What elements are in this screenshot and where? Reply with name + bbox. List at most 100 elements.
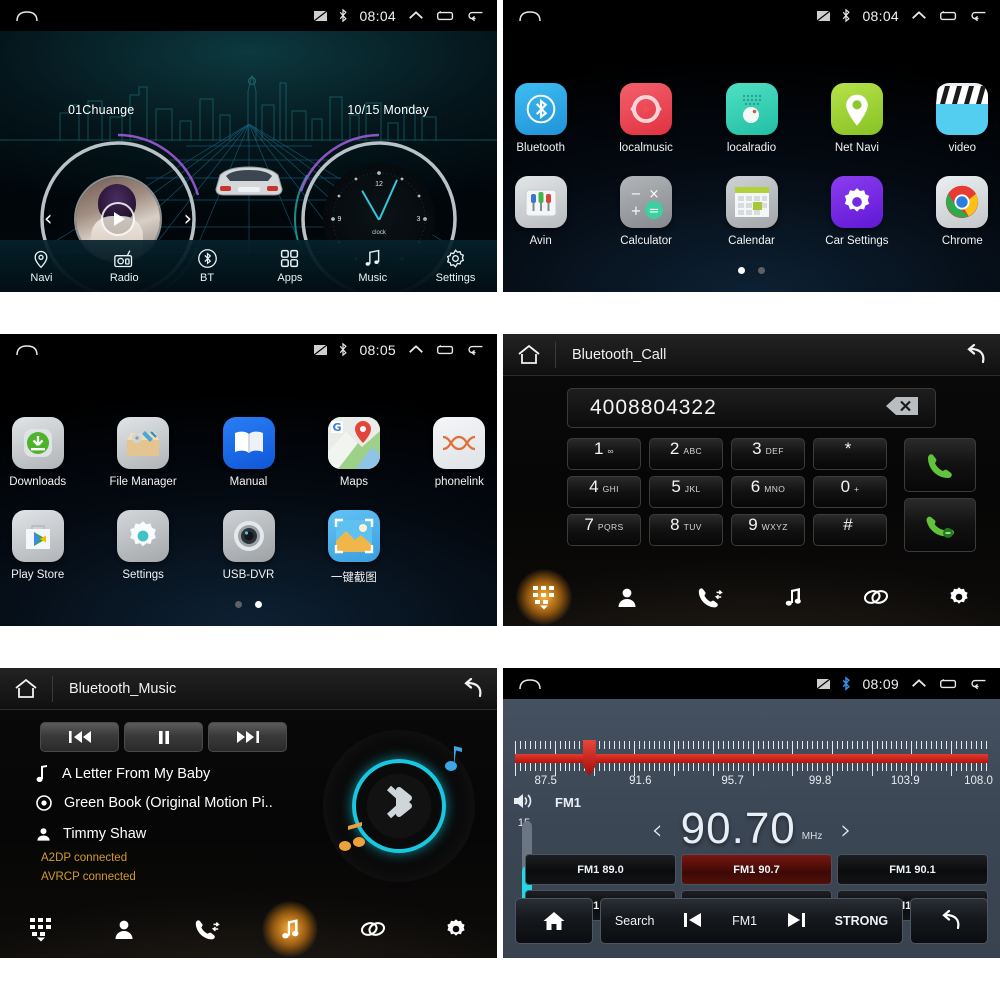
history-tab[interactable] xyxy=(166,900,249,958)
key-star[interactable]: * xyxy=(813,438,887,470)
call-button[interactable] xyxy=(904,438,976,492)
seek-up-button[interactable] xyxy=(785,911,807,932)
app-car-settings[interactable]: Car Settings xyxy=(819,176,894,247)
collapse-icon[interactable] xyxy=(407,9,425,22)
app-settings[interactable]: Settings xyxy=(105,510,180,585)
key-7[interactable]: 7 PQRS xyxy=(567,514,641,546)
back-icon[interactable] xyxy=(969,9,988,23)
play-button[interactable] xyxy=(101,202,135,236)
music-tab[interactable] xyxy=(248,900,331,958)
prev-track-arrow[interactable]: ‹ xyxy=(44,208,52,230)
collapse-icon[interactable] xyxy=(910,9,928,22)
nav-item-settings[interactable]: Settings xyxy=(414,248,497,284)
back-button[interactable] xyxy=(445,677,497,700)
settings-tab[interactable] xyxy=(917,568,1000,626)
key-9[interactable]: 9 WXYZ xyxy=(731,514,805,546)
app-video[interactable]: video xyxy=(925,83,1000,154)
back-icon[interactable] xyxy=(969,677,988,691)
home-icon[interactable] xyxy=(14,342,40,358)
seek-down-button[interactable] xyxy=(682,911,704,932)
key-8[interactable]: 8 TUV xyxy=(649,514,723,546)
history-tab[interactable] xyxy=(669,568,752,626)
home-button[interactable] xyxy=(503,343,555,367)
key-6[interactable]: 6 MNO xyxy=(731,476,805,508)
app-manual[interactable]: Manual xyxy=(211,417,286,488)
nav-item-apps[interactable]: Apps xyxy=(248,248,331,284)
app-calendar[interactable]: Calendar xyxy=(714,176,789,247)
app-chrome[interactable]: Chrome xyxy=(925,176,1000,247)
recents-icon[interactable] xyxy=(436,343,455,357)
pause-button[interactable] xyxy=(124,722,203,752)
nav-item-radio[interactable]: Radio xyxy=(83,249,166,284)
key-1[interactable]: 1 ∞ xyxy=(567,438,641,470)
link-tab[interactable] xyxy=(834,568,917,626)
dialpad-tab[interactable] xyxy=(503,568,586,626)
nav-label-music: Music xyxy=(358,272,388,284)
page-dot-1[interactable] xyxy=(738,267,745,274)
app-localradio[interactable]: localradio xyxy=(714,83,789,154)
home-icon[interactable] xyxy=(517,8,543,24)
key-hash[interactable]: # xyxy=(813,514,887,546)
nav-item-bt[interactable]: BT xyxy=(166,248,249,284)
nav-item-music[interactable]: Music xyxy=(331,248,414,284)
key-3[interactable]: 3 DEF xyxy=(731,438,805,470)
app-net-navi[interactable]: Net Navi xyxy=(819,83,894,154)
preset-button-3[interactable]: FM1 90.1 xyxy=(837,854,988,885)
contacts-tab[interactable] xyxy=(83,900,166,958)
backspace-button[interactable] xyxy=(885,396,919,421)
back-icon[interactable] xyxy=(466,9,485,23)
app-localmusic[interactable]: localmusic xyxy=(608,83,683,154)
next-track-arrow[interactable]: › xyxy=(184,208,192,230)
app-usb-dvr[interactable]: USB-DVR xyxy=(211,510,286,585)
key-4[interactable]: 4 GHI xyxy=(567,476,641,508)
app-phonelink[interactable]: phonelink xyxy=(422,417,497,488)
frequency-up-button[interactable]: › xyxy=(840,813,851,846)
link-tab[interactable] xyxy=(331,900,414,958)
app-label: Manual xyxy=(229,476,268,488)
collapse-icon[interactable] xyxy=(407,343,425,356)
seek-up-icon xyxy=(787,912,805,927)
app-screenshot[interactable]: 一键截图 xyxy=(316,510,391,585)
contacts-tab[interactable] xyxy=(586,568,669,626)
hangup-button[interactable] xyxy=(904,498,976,552)
back-icon[interactable] xyxy=(466,343,485,357)
nav-item-navi[interactable]: Navi xyxy=(0,249,83,284)
preset-button-2[interactable]: FM1 90.7 xyxy=(681,854,832,885)
preset-button-1[interactable]: FM1 89.0 xyxy=(525,854,676,885)
music-tab[interactable] xyxy=(751,568,834,626)
app-play-store[interactable]: Play Store xyxy=(0,510,75,585)
back-button[interactable] xyxy=(948,343,1000,366)
home-icon[interactable] xyxy=(14,8,40,24)
back-button[interactable] xyxy=(910,898,988,944)
frequency-down-button[interactable]: ‹ xyxy=(651,813,662,846)
app-avin[interactable]: Avin xyxy=(503,176,578,247)
app-downloads[interactable]: Downloads xyxy=(0,417,75,488)
dialpad-tab[interactable] xyxy=(0,900,83,958)
key-0[interactable]: 0 + xyxy=(813,476,887,508)
home-button[interactable] xyxy=(0,677,52,701)
app-file-manager[interactable]: File Manager xyxy=(105,417,180,488)
page-dot-2[interactable] xyxy=(758,267,765,274)
app-bluetooth[interactable]: Bluetooth xyxy=(503,83,578,154)
key-2[interactable]: 2 ABC xyxy=(649,438,723,470)
recents-icon[interactable] xyxy=(939,677,958,691)
recents-icon[interactable] xyxy=(436,9,455,23)
recents-icon[interactable] xyxy=(939,9,958,23)
scale-labels: 87.5 91.6 95.7 99.8 103.9 108.0 xyxy=(515,775,993,791)
tuning-scale[interactable] xyxy=(515,739,988,777)
next-button[interactable] xyxy=(208,722,287,752)
collapse-icon[interactable] xyxy=(910,677,928,690)
band-button[interactable]: FM1 xyxy=(732,914,757,928)
search-button[interactable]: Search xyxy=(615,914,655,928)
strong-button[interactable]: STRONG xyxy=(835,914,888,928)
app-maps[interactable]: G Maps xyxy=(316,417,391,488)
page-dot-2[interactable] xyxy=(255,601,262,608)
home-button[interactable] xyxy=(515,898,593,944)
page-dot-1[interactable] xyxy=(235,601,242,608)
app-calculator[interactable]: − × + = Calculator xyxy=(608,176,683,247)
key-5[interactable]: 5 JKL xyxy=(649,476,723,508)
phone-number-display[interactable]: 4008804322 xyxy=(567,388,936,428)
home-icon[interactable] xyxy=(517,676,543,692)
previous-button[interactable] xyxy=(40,722,119,752)
settings-tab[interactable] xyxy=(414,900,497,958)
